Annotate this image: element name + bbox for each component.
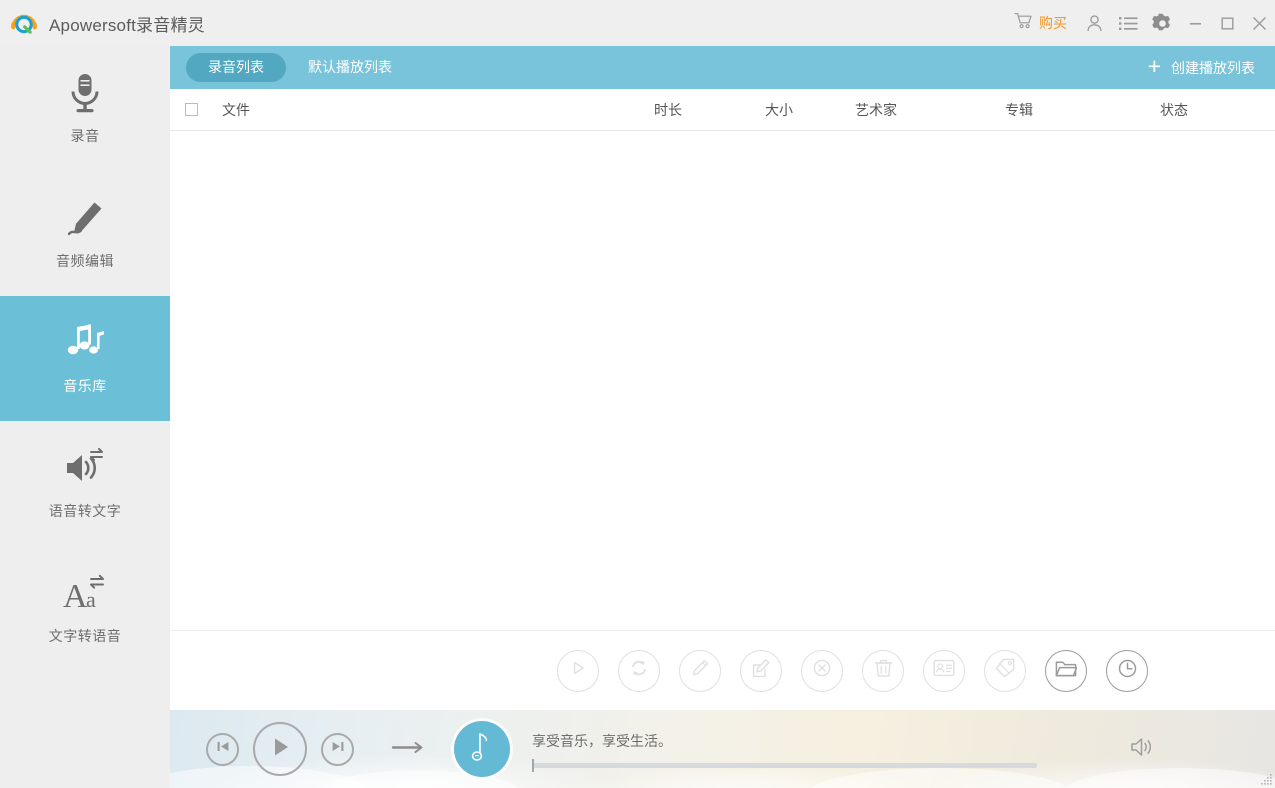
buy-label: 购买	[1039, 15, 1067, 31]
next-track-icon	[330, 739, 346, 759]
refresh-icon	[629, 658, 649, 683]
maximize-icon[interactable]	[1211, 0, 1243, 46]
column-header-artist[interactable]: 艺术家	[855, 100, 897, 120]
file-list-area[interactable]	[170, 131, 1275, 630]
buy-button[interactable]: 购买	[1004, 0, 1077, 46]
play-mode-button[interactable]	[388, 734, 428, 764]
tags-icon	[994, 657, 1016, 684]
id-tag-button[interactable]	[923, 649, 965, 692]
playlist-tab-bar: 录音列表 默认播放列表 + 创建播放列表	[170, 46, 1275, 89]
sidebar-item-record[interactable]: 录音	[0, 46, 170, 171]
convert-button[interactable]	[618, 649, 660, 692]
minimize-icon[interactable]	[1179, 0, 1211, 46]
play-icon	[569, 659, 587, 682]
close-icon[interactable]	[1243, 0, 1275, 46]
progress-bar[interactable]	[532, 758, 1037, 772]
application-window: Apowersoft录音精灵 购买 录音 音频编辑 音乐库 语音转文字 A a …	[0, 0, 1275, 788]
album-art	[454, 721, 510, 777]
open-folder-button[interactable]	[1045, 649, 1087, 692]
column-header-duration[interactable]: 时长	[654, 100, 682, 120]
sidebar-item-label: 语音转文字	[48, 503, 122, 519]
sidebar: 录音 音频编辑 音乐库 语音转文字 A a 文字转语音	[0, 46, 170, 788]
previous-track-icon	[215, 739, 231, 759]
apowersoft-logo-icon	[7, 6, 41, 40]
sidebar-item-label: 音乐库	[63, 378, 107, 394]
cloud-decoration	[1065, 768, 1275, 788]
folder-icon	[1055, 659, 1078, 683]
sidebar-item-speech-to-text[interactable]: 语音转文字	[0, 421, 170, 546]
volume-button[interactable]	[1119, 726, 1165, 772]
create-playlist-label: 创建播放列表	[1171, 59, 1255, 76]
progress-handle[interactable]	[532, 758, 534, 772]
tags-button[interactable]	[984, 649, 1026, 692]
title-bar-controls: 购买	[1004, 0, 1275, 46]
action-toolbar	[170, 630, 1275, 710]
speaker-icon	[1129, 735, 1155, 764]
column-header-status[interactable]: 状态	[1160, 100, 1188, 120]
id-card-icon	[933, 659, 955, 682]
cart-icon	[1014, 12, 1033, 34]
edit-note-icon	[751, 658, 772, 684]
edit-tag-button[interactable]	[740, 649, 782, 692]
next-track-button[interactable]	[321, 732, 354, 766]
play-button[interactable]	[557, 649, 599, 692]
clock-icon	[1117, 658, 1138, 684]
track-info: 享受音乐，享受生活。	[532, 731, 1099, 772]
microphone-icon	[66, 71, 104, 117]
table-header: 文件 时长 大小 艺术家 专辑 状态	[170, 89, 1275, 131]
create-playlist-button[interactable]: + 创建播放列表	[1147, 53, 1261, 79]
sidebar-item-label: 录音	[70, 128, 100, 144]
gear-icon[interactable]	[1145, 0, 1179, 46]
column-header-album[interactable]: 专辑	[1005, 100, 1033, 120]
cancel-button[interactable]	[801, 649, 843, 692]
tab-recording-list[interactable]: 录音列表	[186, 53, 286, 82]
play-icon	[267, 734, 293, 765]
sidebar-item-audio-edit[interactable]: 音频编辑	[0, 171, 170, 296]
history-button[interactable]	[1106, 649, 1148, 692]
text-to-speech-icon: A a	[62, 571, 108, 617]
svg-text:a: a	[86, 587, 96, 612]
app-title: Apowersoft录音精灵	[49, 15, 205, 35]
pencil-icon	[690, 658, 710, 683]
sidebar-item-music-library[interactable]: 音乐库	[0, 296, 170, 421]
speaker-to-text-icon	[63, 446, 107, 492]
plus-icon: +	[1147, 53, 1161, 79]
sidebar-item-label: 文字转语音	[48, 628, 122, 644]
play-button[interactable]	[253, 722, 307, 776]
list-icon[interactable]	[1111, 0, 1145, 46]
sidebar-item-label: 音频编辑	[56, 253, 114, 269]
column-header-file[interactable]: 文件	[222, 100, 250, 120]
track-title: 享受音乐，享受生活。	[532, 732, 672, 749]
tab-default-playlist[interactable]: 默认播放列表	[286, 53, 414, 82]
svg-text:A: A	[63, 578, 88, 615]
sidebar-item-text-to-speech[interactable]: A a 文字转语音	[0, 546, 170, 671]
pencil-icon	[64, 196, 106, 242]
resize-grip[interactable]	[1259, 772, 1273, 786]
music-notes-icon	[64, 321, 106, 367]
main-content: 录音列表 默认播放列表 + 创建播放列表 文件 时长 大小 艺术家 专辑 状态	[170, 46, 1275, 788]
column-header-size[interactable]: 大小	[765, 100, 793, 120]
title-bar: Apowersoft录音精灵 购买	[0, 0, 1275, 46]
player-bar: 享受音乐，享受生活。	[170, 710, 1275, 788]
circle-x-icon	[812, 658, 832, 683]
previous-track-button[interactable]	[206, 732, 239, 766]
user-icon[interactable]	[1077, 0, 1111, 46]
trash-icon	[874, 658, 893, 683]
music-note-icon	[467, 728, 497, 771]
delete-button[interactable]	[862, 649, 904, 692]
edit-button[interactable]	[679, 649, 721, 692]
window-body: 录音 音频编辑 音乐库 语音转文字 A a 文字转语音 录音列表 默认播放列表 …	[0, 46, 1275, 788]
select-all-checkbox[interactable]	[185, 103, 198, 116]
arrow-right-icon	[391, 739, 425, 760]
cloud-decoration	[810, 768, 1070, 788]
